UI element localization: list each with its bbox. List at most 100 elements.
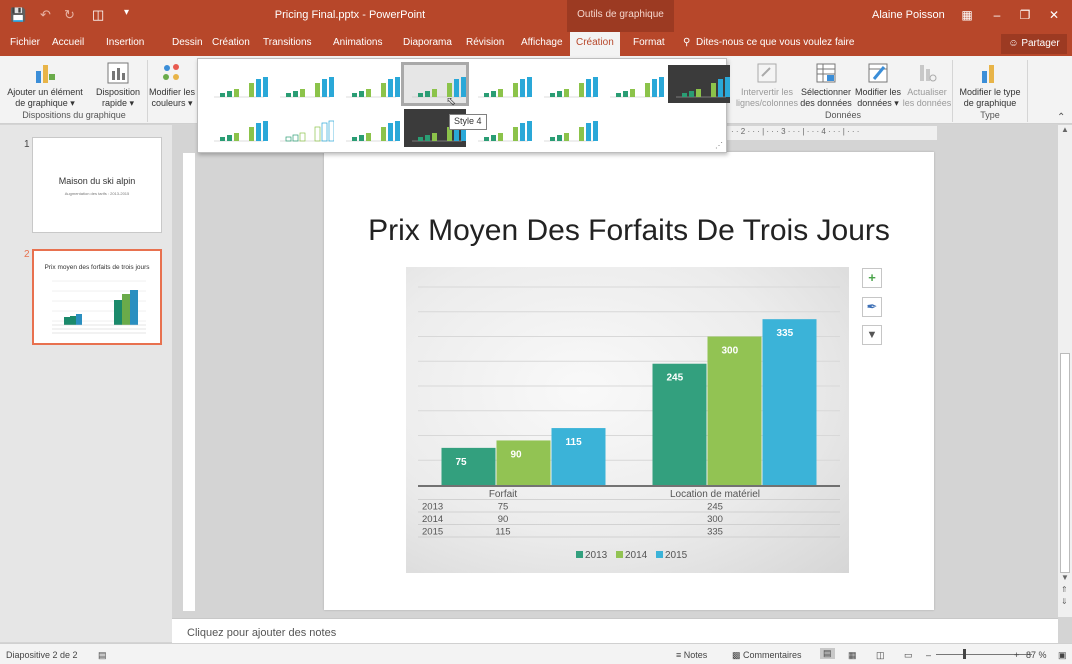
change-colors-button[interactable]: Modifier les couleurs ▾ bbox=[148, 61, 196, 109]
chart-style-option[interactable] bbox=[536, 65, 598, 103]
zoom-level[interactable]: 87 % bbox=[1026, 650, 1047, 660]
edit-data-icon bbox=[868, 63, 888, 83]
data-label: 75 bbox=[456, 457, 468, 468]
tab-insertion[interactable]: Insertion bbox=[106, 37, 144, 48]
data-label: 90 bbox=[511, 449, 523, 460]
notes-toggle-button[interactable]: ≡ Notes bbox=[676, 650, 707, 660]
palette-icon bbox=[163, 64, 179, 80]
legend-swatch bbox=[656, 551, 663, 558]
share-button[interactable]: ☺ Partager bbox=[1001, 34, 1067, 54]
notes-pane[interactable]: Cliquez pour ajouter des notes bbox=[172, 618, 1058, 644]
chart-bar bbox=[707, 336, 762, 485]
chart-style-option[interactable] bbox=[536, 109, 598, 147]
mouse-pointer-icon: ⬁ bbox=[446, 94, 457, 108]
lightbulb-icon: ⚲ bbox=[683, 37, 691, 48]
tab-diaporama[interactable]: Diaporama bbox=[403, 37, 452, 48]
zoom-in-icon[interactable]: + bbox=[1014, 650, 1019, 660]
refresh-data-button[interactable]: Actualiser les données bbox=[902, 61, 952, 109]
slide-thumbnail-2[interactable]: Prix moyen des forfaits de trois jours bbox=[32, 249, 162, 345]
tab-affichage[interactable]: Affichage bbox=[521, 37, 563, 48]
fit-slide-icon[interactable]: ▣ bbox=[1058, 650, 1067, 661]
switch-rows-columns-button[interactable]: Intervertir les lignes/colonnes bbox=[734, 61, 800, 109]
table-series-name: 2015 bbox=[422, 527, 443, 538]
chart-style-option[interactable] bbox=[401, 62, 469, 106]
legend-label: 2013 bbox=[585, 550, 608, 561]
table-series-name: 2014 bbox=[422, 514, 443, 525]
chart-style-option[interactable] bbox=[338, 109, 400, 147]
close-icon[interactable]: ✕ bbox=[1043, 5, 1065, 25]
quick-layout-button[interactable]: Disposition rapide ▾ bbox=[90, 61, 146, 109]
refresh-data-label: Actualiser les données bbox=[902, 87, 952, 108]
vertical-scrollbar[interactable]: ▲ ▼ ⇑ ⇓ bbox=[1058, 125, 1072, 617]
zoom-out-icon[interactable]: – bbox=[926, 650, 931, 660]
comments-label: Commentaires bbox=[743, 650, 802, 660]
tab-revision[interactable]: Révision bbox=[466, 37, 504, 48]
chart-style-option[interactable] bbox=[338, 65, 400, 103]
next-slide-icon[interactable]: ⇓ bbox=[1061, 597, 1068, 606]
ribbon-separator bbox=[952, 60, 953, 122]
collapse-ribbon-icon[interactable]: ⌃ bbox=[1057, 112, 1065, 123]
normal-view-icon[interactable]: ▤ bbox=[820, 648, 835, 659]
select-data-button[interactable]: Sélectionner des données bbox=[800, 61, 852, 109]
chart-style-option[interactable] bbox=[470, 65, 532, 103]
ribbon-separator bbox=[147, 60, 148, 122]
group-label-type: Type bbox=[980, 110, 1000, 120]
user-name[interactable]: Alaine Poisson bbox=[872, 9, 945, 21]
chart-style-option[interactable] bbox=[668, 65, 730, 103]
tab-accueil[interactable]: Accueil bbox=[52, 37, 84, 48]
horizontal-ruler: · · 2 · · · | · · · 3 · · · | · · · 4 · … bbox=[727, 126, 937, 140]
legend-swatch bbox=[576, 551, 583, 558]
chart-area[interactable]: 75 90 115 245 300 335 Forfait Location de matér… bbox=[406, 267, 849, 573]
slide-title[interactable]: Prix Moyen Des Forfaits De Trois Jours bbox=[324, 214, 934, 248]
change-chart-type-button[interactable]: Modifier le type de graphique bbox=[954, 61, 1026, 109]
spellcheck-icon[interactable]: ▤ bbox=[98, 650, 107, 661]
chart-elements-plus-icon[interactable]: + bbox=[862, 268, 882, 288]
slide-thumb-chart bbox=[52, 280, 146, 334]
legend-label: 2015 bbox=[665, 550, 688, 561]
tab-fichier[interactable]: Fichier bbox=[10, 37, 40, 48]
slide-thumbnail-panel: 1 Maison du ski alpin Augmentation des t… bbox=[0, 125, 172, 642]
comments-button[interactable]: ▩ Commentaires bbox=[732, 650, 802, 661]
scroll-up-icon[interactable]: ▲ bbox=[1061, 125, 1069, 134]
style-tooltip: Style 4 bbox=[449, 114, 487, 130]
chart-styles-brush-icon[interactable]: ✒ bbox=[862, 297, 882, 317]
ribbon-tabs: Fichier Accueil Insertion Dessin Créatio… bbox=[0, 32, 1072, 56]
group-label-layouts: Dispositions du graphique bbox=[22, 110, 126, 120]
tab-dessin[interactable]: Dessin bbox=[172, 37, 203, 48]
slide-thumb-title: Maison du ski alpin bbox=[58, 176, 136, 186]
slideshow-view-icon[interactable]: ▭ bbox=[904, 650, 913, 661]
chart-bar bbox=[496, 440, 551, 485]
tab-animations[interactable]: Animations bbox=[333, 37, 382, 48]
restore-icon[interactable]: ❐ bbox=[1014, 5, 1036, 25]
table-cell: 245 bbox=[707, 502, 723, 513]
previous-slide-icon[interactable]: ⇑ bbox=[1061, 585, 1068, 594]
data-label: 245 bbox=[667, 373, 684, 384]
scrollbar-thumb[interactable] bbox=[1060, 353, 1070, 573]
gallery-expand-icon[interactable]: ⋰ bbox=[715, 141, 723, 150]
zoom-slider-thumb[interactable] bbox=[963, 649, 966, 659]
quick-layout-icon bbox=[107, 62, 129, 84]
chart-style-option[interactable] bbox=[206, 109, 268, 147]
switch-rows-icon bbox=[757, 63, 777, 83]
tab-chart-format[interactable]: Format bbox=[633, 37, 665, 48]
tab-chart-creation[interactable]: Création bbox=[570, 32, 620, 56]
scroll-down-icon[interactable]: ▼ bbox=[1061, 573, 1069, 582]
minimize-icon[interactable]: – bbox=[986, 5, 1008, 25]
slide-thumbnail-1[interactable]: Maison du ski alpin Augmentation des tar… bbox=[32, 137, 162, 233]
chart-style-option[interactable] bbox=[206, 65, 268, 103]
chart-style-option[interactable] bbox=[272, 109, 335, 147]
chart-style-gallery: ⋰ bbox=[197, 58, 730, 153]
slide-sorter-icon[interactable]: ▦ bbox=[848, 650, 857, 661]
chart-filters-icon[interactable]: ▼ bbox=[862, 325, 882, 345]
reading-view-icon[interactable]: ◫ bbox=[876, 650, 885, 661]
chart-style-option[interactable] bbox=[272, 65, 334, 103]
contextual-group-label: Outils de graphique bbox=[577, 9, 664, 20]
add-chart-element-button[interactable]: Ajouter un élément de graphique ▾ bbox=[2, 61, 88, 109]
tell-me-search[interactable]: Dites-nous ce que vous voulez faire bbox=[696, 37, 854, 48]
chart-style-option[interactable] bbox=[602, 65, 664, 103]
ribbon-display-icon[interactable]: ▦ bbox=[956, 5, 978, 25]
tab-creation[interactable]: Création bbox=[212, 37, 250, 48]
data-label: 300 bbox=[722, 346, 739, 357]
tab-transitions[interactable]: Transitions bbox=[263, 37, 312, 48]
edit-data-button[interactable]: Modifier les données ▾ bbox=[852, 61, 904, 109]
